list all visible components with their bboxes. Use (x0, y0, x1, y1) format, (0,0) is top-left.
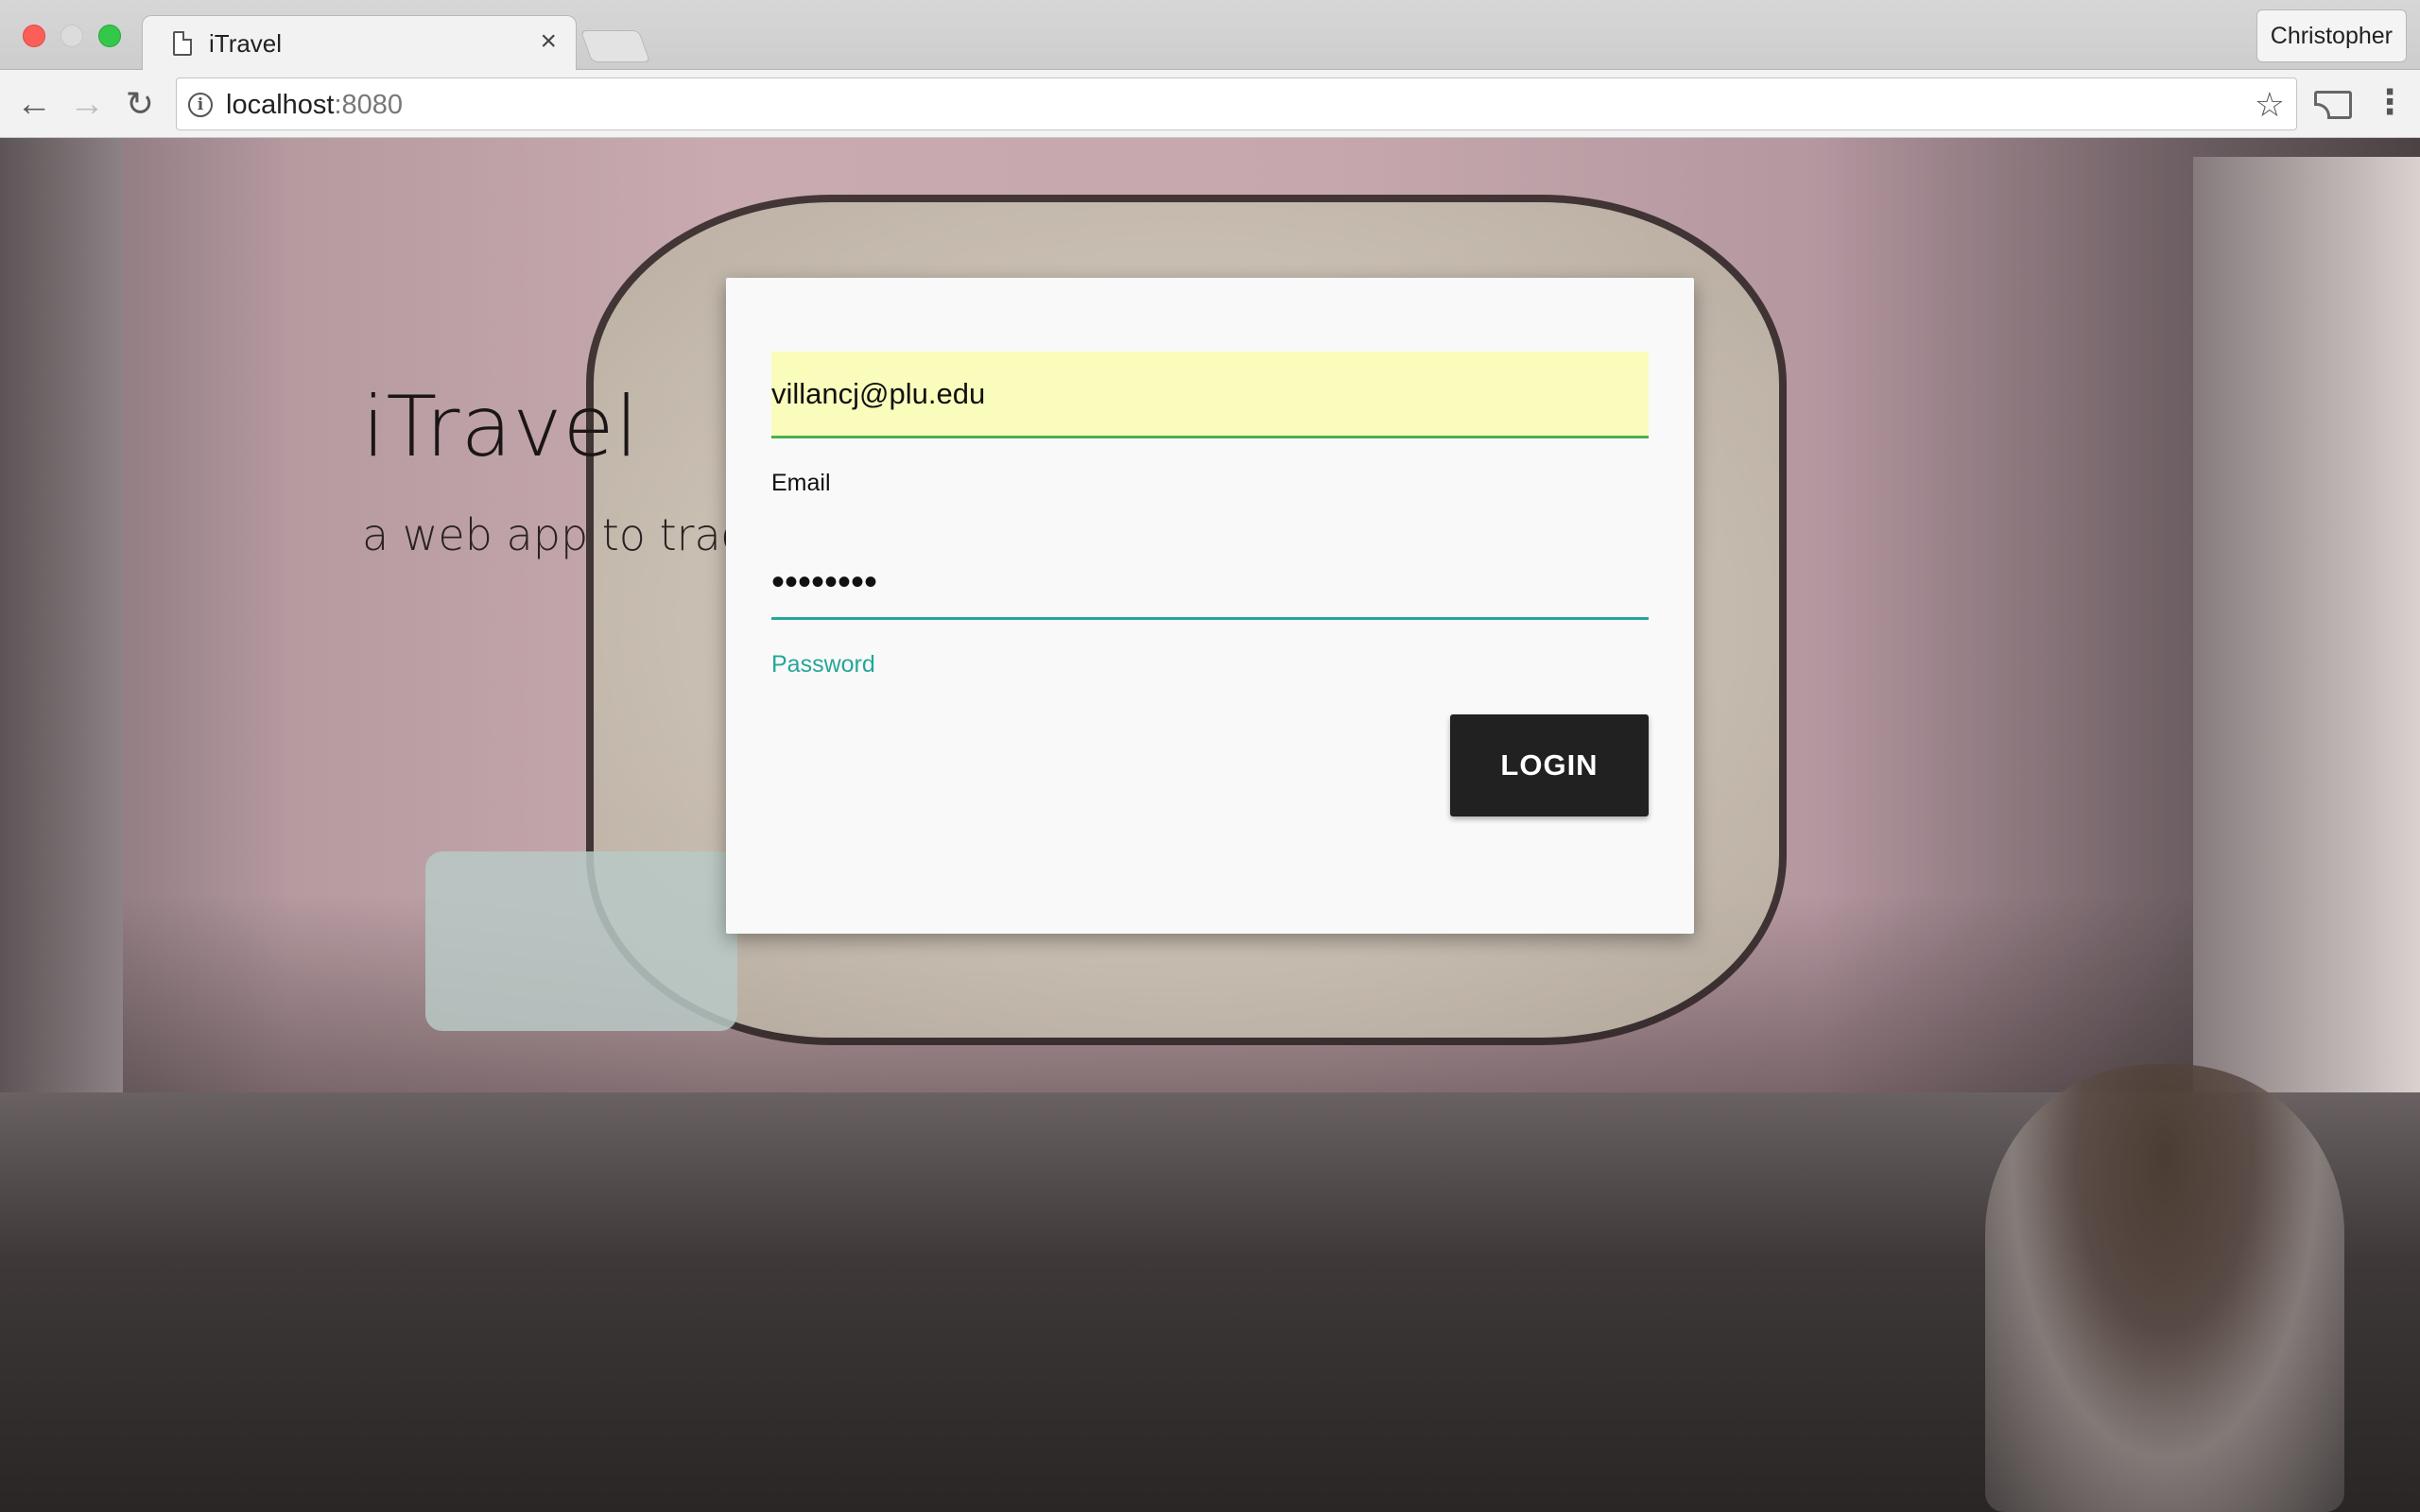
email-field[interactable] (771, 352, 1649, 438)
forward-arrow-icon[interactable]: → (66, 83, 108, 125)
background-person (1985, 1064, 2344, 1512)
background-shelf-right (2193, 157, 2420, 1102)
browser-toolbar: ← → ↻ i localhost:8080 ☆ ⋮ (0, 70, 2420, 138)
new-tab-button[interactable] (579, 30, 651, 62)
bookmark-star-icon[interactable]: ☆ (2255, 86, 2285, 124)
back-arrow-icon[interactable]: ← (13, 83, 55, 125)
page-viewport: iTravel a web app to track Email Passwor… (0, 138, 2420, 1512)
email-label: Email (771, 470, 831, 496)
background-sign (425, 851, 737, 1031)
site-info-icon[interactable]: i (188, 93, 213, 117)
tab-itravel[interactable]: iTravel × (142, 15, 577, 70)
hero-title: iTravel (362, 378, 640, 475)
password-field[interactable] (771, 548, 1649, 620)
tab-title: iTravel (209, 29, 283, 58)
login-button[interactable]: LOGIN (1450, 714, 1649, 816)
url-host: localhost (226, 90, 335, 120)
background-shelf-left (0, 138, 123, 1140)
page-icon (173, 31, 192, 56)
cast-icon[interactable] (2314, 91, 2352, 119)
url-port: :8080 (334, 90, 404, 120)
reload-icon[interactable]: ↻ (119, 83, 161, 125)
url-text: localhost:8080 (226, 90, 403, 120)
window-close-button[interactable] (23, 25, 45, 47)
password-label: Password (771, 651, 875, 678)
hero-subtitle: a web app to track (362, 509, 770, 560)
tab-strip: iTravel × Christopher (0, 0, 2420, 70)
window-minimize-button[interactable] (60, 25, 83, 47)
browser-menu-icon[interactable]: ⋮ (2373, 83, 2407, 125)
window-maximize-button[interactable] (98, 25, 121, 47)
browser-chrome: iTravel × Christopher ← → ↻ i localhost:… (0, 0, 2420, 138)
profile-button[interactable]: Christopher (2256, 9, 2407, 62)
tab-close-icon[interactable]: × (540, 26, 557, 57)
address-bar[interactable]: i localhost:8080 ☆ (176, 77, 2297, 130)
